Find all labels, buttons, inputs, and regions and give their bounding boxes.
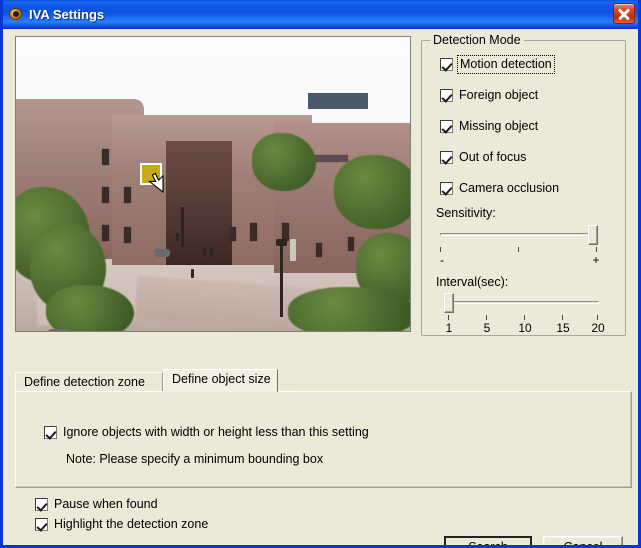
checkbox-box[interactable] bbox=[44, 426, 57, 439]
preview-scene bbox=[16, 37, 410, 331]
interval-slider-thumb[interactable] bbox=[444, 293, 454, 313]
sensitivity-min-label: - bbox=[440, 253, 444, 267]
cancel-button[interactable]: Cancel bbox=[543, 536, 623, 545]
checkbox-box[interactable] bbox=[440, 58, 453, 71]
sensitivity-range-labels: - + bbox=[440, 253, 600, 267]
interval-tick-label: 10 bbox=[518, 321, 532, 335]
window-title: IVA Settings bbox=[29, 6, 105, 22]
preview-vehicle bbox=[154, 249, 170, 257]
checkbox-label: Out of focus bbox=[459, 150, 527, 164]
preview-window bbox=[316, 243, 322, 257]
preview-tree bbox=[288, 287, 410, 331]
preview-lamp-post bbox=[181, 207, 184, 247]
tab-strip: Define detection zone Define object size bbox=[15, 369, 632, 392]
interval-tick-label: 20 bbox=[591, 321, 605, 335]
preview-person bbox=[203, 247, 206, 256]
minimum-bounding-box[interactable] bbox=[140, 163, 162, 185]
preview-building-far bbox=[308, 93, 368, 109]
checkbox-missing-object[interactable]: Missing object bbox=[440, 119, 559, 134]
sensitivity-max-label: + bbox=[592, 253, 600, 267]
preview-window bbox=[102, 187, 109, 203]
preview-tree bbox=[252, 133, 316, 191]
checkbox-box[interactable] bbox=[440, 120, 453, 133]
preview-lamp-head bbox=[276, 239, 287, 246]
preview-window bbox=[124, 227, 131, 243]
checkbox-label: Missing object bbox=[459, 119, 539, 133]
sensitivity-slider-thumb[interactable] bbox=[588, 225, 598, 245]
preview-window bbox=[230, 227, 236, 241]
interval-label: Interval(sec): bbox=[436, 275, 509, 289]
checkbox-pause-when-found[interactable]: Pause when found bbox=[35, 497, 208, 512]
eye-icon bbox=[8, 6, 24, 22]
dialog-client-area: Detection Mode Motion detection Foreign … bbox=[3, 29, 638, 545]
preview-window bbox=[102, 225, 109, 241]
checkbox-label: Ignore objects with width or height less… bbox=[63, 425, 369, 439]
camera-preview[interactable] bbox=[15, 36, 411, 332]
title-bar: IVA Settings bbox=[3, 0, 638, 29]
bounding-box-note: Note: Please specify a minimum bounding … bbox=[66, 452, 324, 466]
checkbox-box[interactable] bbox=[35, 498, 48, 511]
checkbox-label: Camera occlusion bbox=[459, 181, 560, 195]
checkbox-label: Foreign object bbox=[459, 88, 539, 102]
checkbox-box[interactable] bbox=[440, 89, 453, 102]
interval-tick-label: 15 bbox=[556, 321, 570, 335]
checkbox-ignore-small-objects[interactable]: Ignore objects with width or height less… bbox=[44, 425, 369, 440]
checkbox-box[interactable] bbox=[35, 518, 48, 531]
global-options-list: Pause when found Highlight the detection… bbox=[35, 497, 208, 537]
preview-window bbox=[348, 237, 354, 251]
preview-lamp-post bbox=[280, 245, 283, 317]
interval-slider[interactable] bbox=[444, 293, 599, 315]
preview-person bbox=[176, 233, 179, 242]
preview-person bbox=[191, 269, 194, 278]
detection-mode-group: Detection Mode Motion detection Foreign … bbox=[421, 33, 626, 336]
close-icon[interactable] bbox=[613, 3, 635, 24]
checkbox-label: Motion detection bbox=[457, 55, 555, 74]
sensitivity-label: Sensitivity: bbox=[436, 206, 496, 220]
sensitivity-slider-track[interactable] bbox=[440, 233, 598, 236]
preview-window bbox=[102, 149, 109, 165]
checkbox-out-of-focus[interactable]: Out of focus bbox=[440, 150, 559, 165]
tab-define-detection-zone[interactable]: Define detection zone bbox=[15, 372, 163, 392]
preview-building-archway bbox=[166, 141, 232, 265]
checkbox-label: Highlight the detection zone bbox=[54, 517, 209, 531]
checkbox-box[interactable] bbox=[440, 182, 453, 195]
interval-tick-label: 1 bbox=[445, 321, 453, 335]
preview-tree bbox=[334, 155, 410, 229]
checkbox-box[interactable] bbox=[440, 151, 453, 164]
checkbox-label: Pause when found bbox=[54, 497, 158, 511]
preview-person bbox=[210, 248, 213, 257]
preview-vehicle bbox=[48, 329, 70, 331]
tab-panel-define-object-size: Ignore objects with width or height less… bbox=[15, 391, 632, 488]
interval-tick-labels: 1 5 10 15 20 bbox=[444, 321, 605, 335]
preview-window bbox=[250, 223, 257, 241]
interval-tick-label: 5 bbox=[483, 321, 491, 335]
iva-settings-window: IVA Settings Detection Mode Motion detec… bbox=[0, 0, 641, 548]
interval-slider-track[interactable] bbox=[444, 301, 599, 304]
preview-person bbox=[290, 239, 296, 261]
preview-window bbox=[124, 187, 131, 203]
detection-mode-list: Motion detection Foreign object Missing … bbox=[440, 55, 559, 212]
tab-define-object-size[interactable]: Define object size bbox=[163, 369, 278, 392]
checkbox-camera-occlusion[interactable]: Camera occlusion bbox=[440, 181, 559, 196]
sensitivity-slider[interactable] bbox=[440, 225, 598, 247]
search-button[interactable]: Search bbox=[444, 536, 532, 545]
checkbox-motion-detection[interactable]: Motion detection bbox=[440, 55, 559, 74]
checkbox-highlight-detection-zone[interactable]: Highlight the detection zone bbox=[35, 517, 208, 532]
detection-mode-legend: Detection Mode bbox=[430, 33, 524, 47]
checkbox-foreign-object[interactable]: Foreign object bbox=[440, 88, 559, 103]
